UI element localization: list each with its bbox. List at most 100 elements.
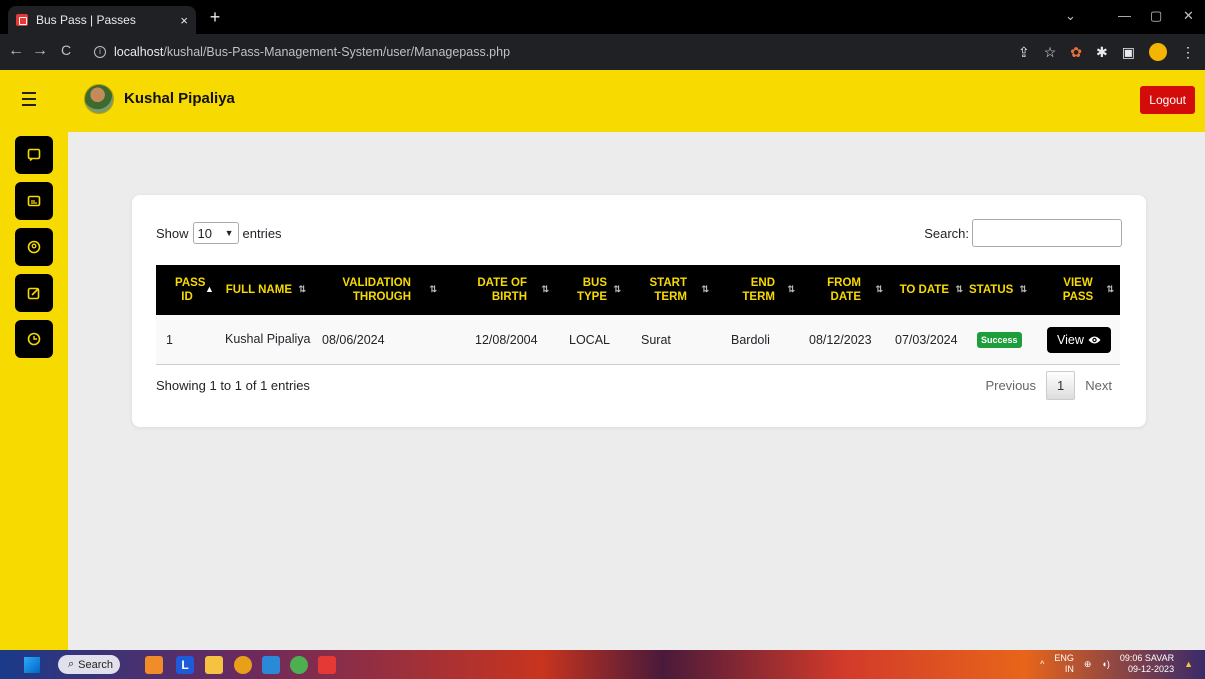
cell-view-pass: View xyxy=(1033,315,1120,364)
new-tab-button[interactable]: + xyxy=(204,6,226,28)
column-header-bus-type[interactable]: BUS TYPE ⇅ xyxy=(555,265,627,315)
notification-bell-icon[interactable]: ▲ xyxy=(1184,659,1193,669)
browser-menu-icon[interactable]: ⋮ xyxy=(1181,44,1195,61)
search-input[interactable] xyxy=(972,219,1122,247)
view-label: View xyxy=(1057,332,1084,347)
sidebar-history-button[interactable] xyxy=(15,320,53,358)
taskbar-app-chrome-dev[interactable] xyxy=(234,654,252,675)
url-host: localhost xyxy=(114,45,164,59)
taskbar-app-explorer[interactable] xyxy=(205,654,223,675)
entries-length-control: Show 10 ▼ entries xyxy=(156,222,282,244)
cell-start-term: Surat xyxy=(641,332,671,347)
column-label: VALIDATION THROUGH xyxy=(342,276,411,303)
sort-icon: ⇅ xyxy=(429,284,437,295)
close-window-icon[interactable]: ✕ xyxy=(1183,8,1194,24)
sidebar-apply-pass-button[interactable] xyxy=(15,136,53,174)
column-header-start-term[interactable]: START TERM ⇅ xyxy=(627,265,715,315)
taskbar-app-chrome[interactable] xyxy=(290,654,308,675)
sidebar-profile-button[interactable] xyxy=(15,228,53,266)
column-label: PASS ID xyxy=(175,276,206,303)
taskbar-search-label: Search xyxy=(78,658,114,671)
back-icon[interactable]: ← xyxy=(6,42,26,60)
edit-icon xyxy=(27,287,40,300)
entries-select[interactable]: 10 ▼ xyxy=(192,222,239,244)
reload-icon[interactable]: C xyxy=(56,42,76,58)
browser-toolbar-icons: ⇪ ☆ ✿ ✱ ▣ ⋮ xyxy=(1018,43,1195,61)
profile-avatar-icon[interactable] xyxy=(1149,43,1167,61)
eye-icon xyxy=(1088,336,1101,343)
cell-validation-through: 08/06/2024 xyxy=(322,332,385,347)
sidebar-edit-button[interactable] xyxy=(15,274,53,312)
cell-bus-type: LOCAL xyxy=(569,332,610,347)
start-button[interactable] xyxy=(24,654,40,675)
column-header-from-date[interactable]: FROM DATE ⇅ xyxy=(801,265,889,315)
extension-icon[interactable]: ✿ xyxy=(1070,44,1082,61)
show-label: Show xyxy=(156,225,189,241)
column-header-end-term[interactable]: END TERM ⇅ xyxy=(715,265,801,315)
tab-close-icon[interactable]: × xyxy=(180,13,188,28)
next-page-button[interactable]: Next xyxy=(1075,372,1122,399)
menu-toggle-icon[interactable] xyxy=(22,92,42,108)
column-label: TO DATE xyxy=(899,283,949,296)
sort-icon: ⇅ xyxy=(955,284,963,295)
share-icon[interactable]: ⇪ xyxy=(1018,44,1030,61)
logout-button[interactable]: Logout xyxy=(1140,86,1195,114)
bookmark-star-icon[interactable]: ☆ xyxy=(1044,44,1057,61)
network-icon[interactable]: ⊕ xyxy=(1084,659,1092,670)
cell-full-name: Kushal Pipaliya xyxy=(225,332,311,347)
id-card-icon xyxy=(27,195,41,207)
lang-top: ENG xyxy=(1054,653,1074,663)
column-header-pass-id[interactable]: PASS ID ▲ xyxy=(156,265,219,315)
user-circle-icon xyxy=(27,240,41,254)
cell-dob: 12/08/2004 xyxy=(475,332,538,347)
sort-icon: ⇅ xyxy=(541,284,549,295)
previous-page-button[interactable]: Previous xyxy=(975,372,1046,399)
search-icon: ⌕ xyxy=(68,658,75,670)
tab-search-icon[interactable]: ⌄ xyxy=(1065,8,1076,24)
language-indicator[interactable]: ENG IN xyxy=(1054,653,1074,675)
page-1-button[interactable]: 1 xyxy=(1046,371,1076,400)
site-info-icon[interactable]: i xyxy=(94,46,106,58)
chevron-up-icon[interactable]: ^ xyxy=(1040,659,1044,669)
url-field[interactable]: i localhost /kushal/Bus-Pass-Management-… xyxy=(86,39,946,65)
taskbar-app-vscode[interactable] xyxy=(262,654,280,675)
sort-icon: ⇅ xyxy=(613,284,621,295)
restore-icon[interactable]: ▢ xyxy=(1150,8,1162,24)
sort-icon: ⇅ xyxy=(298,284,306,295)
message-square-icon xyxy=(27,148,41,162)
extensions-puzzle-icon[interactable]: ✱ xyxy=(1096,44,1108,61)
column-header-full-name[interactable]: FULL NAME ⇅ xyxy=(219,265,312,315)
forward-icon[interactable]: → xyxy=(30,42,50,60)
cell-end-term: Bardoli xyxy=(731,332,770,347)
cell-from-date: 08/12/2023 xyxy=(809,332,872,347)
taskbar-app-l[interactable]: L xyxy=(176,654,194,675)
column-header-to-date[interactable]: TO DATE ⇅ xyxy=(889,265,969,315)
column-header-dob[interactable]: DATE OF BIRTH ⇅ xyxy=(443,265,555,315)
favicon-icon xyxy=(16,14,28,26)
cell-pass-id: 1 xyxy=(166,332,173,347)
table-search: Search: xyxy=(924,219,1122,247)
volume-icon[interactable]: ◖) xyxy=(1101,659,1109,669)
browser-tab[interactable]: Bus Pass | Passes × xyxy=(8,6,196,34)
view-pass-button[interactable]: View xyxy=(1047,326,1111,353)
chevron-down-icon: ▼ xyxy=(224,228,234,238)
sort-icon: ⇅ xyxy=(701,284,709,295)
entries-label: entries xyxy=(242,225,282,241)
taskbar-app-xampp-2[interactable] xyxy=(318,654,336,675)
clock[interactable]: 09:06 SAVAR 09-12-2023 xyxy=(1120,653,1174,675)
column-header-validation-through[interactable]: VALIDATION THROUGH ⇅ xyxy=(312,265,443,315)
minimize-icon[interactable]: — xyxy=(1118,8,1131,23)
sort-icon: ⇅ xyxy=(1106,284,1114,295)
sidebar-passes-button[interactable] xyxy=(15,182,53,220)
column-label: STATUS xyxy=(969,283,1014,296)
column-header-view-pass[interactable]: VIEW PASS ⇅ xyxy=(1033,265,1120,315)
taskbar-search[interactable]: ⌕ Search xyxy=(58,654,120,675)
sort-icon: ⇅ xyxy=(1019,284,1027,295)
taskbar-app-xampp[interactable] xyxy=(145,654,163,675)
avatar xyxy=(84,84,114,114)
column-header-status[interactable]: STATUS ⇅ xyxy=(969,265,1033,315)
side-panel-icon[interactable]: ▣ xyxy=(1122,44,1135,61)
windows-logo-icon xyxy=(24,656,40,673)
sort-icon: ⇅ xyxy=(787,284,795,295)
column-label: FROM DATE xyxy=(827,276,861,303)
